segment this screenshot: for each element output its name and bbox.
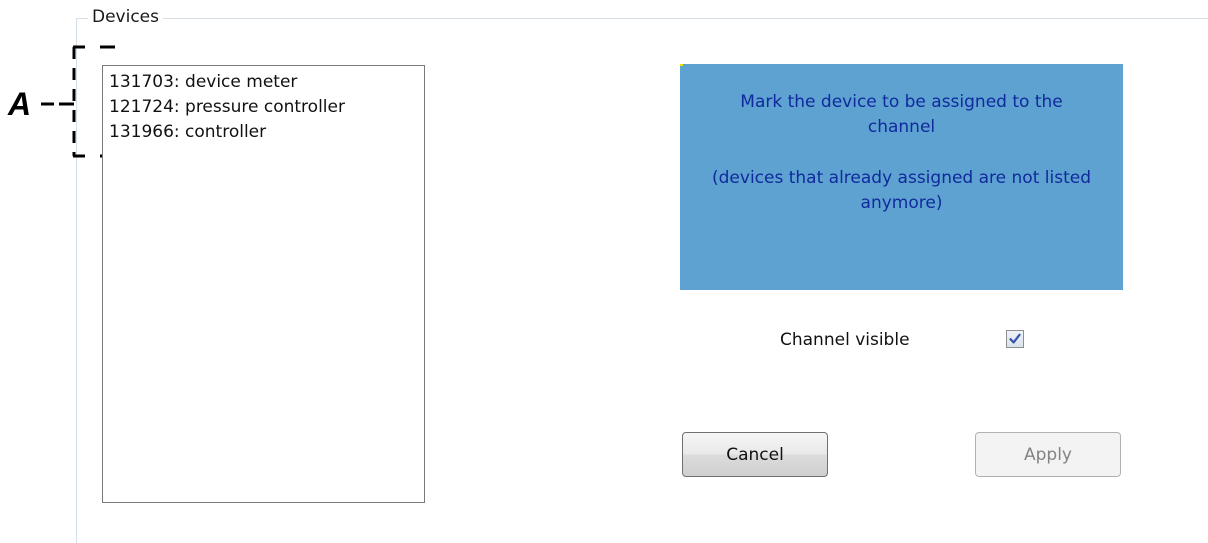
channel-visible-label: Channel visible [780,330,910,350]
device-assignment-panel: Devices A 131703: device meter 121724: p… [0,0,1208,543]
apply-button[interactable]: Apply [975,432,1121,477]
list-item[interactable]: 131966: controller [109,120,418,145]
groupbox-border-top [76,18,1208,19]
list-item[interactable]: 121724: pressure controller [109,95,418,120]
list-item[interactable]: 131703: device meter [109,70,418,95]
info-note-text: (devices that already assigned are not l… [712,168,1091,213]
info-instruction-text: Mark the device to be assigned to the ch… [740,92,1063,137]
annotation-label: A [8,86,32,122]
cancel-button[interactable]: Cancel [682,432,828,477]
info-panel-corner-marker [680,64,683,66]
checkmark-icon [1009,333,1021,344]
info-panel: Mark the device to be assigned to the ch… [680,64,1123,290]
device-listbox[interactable]: 131703: device meter 121724: pressure co… [102,65,425,503]
channel-visible-checkbox[interactable] [1006,330,1024,348]
